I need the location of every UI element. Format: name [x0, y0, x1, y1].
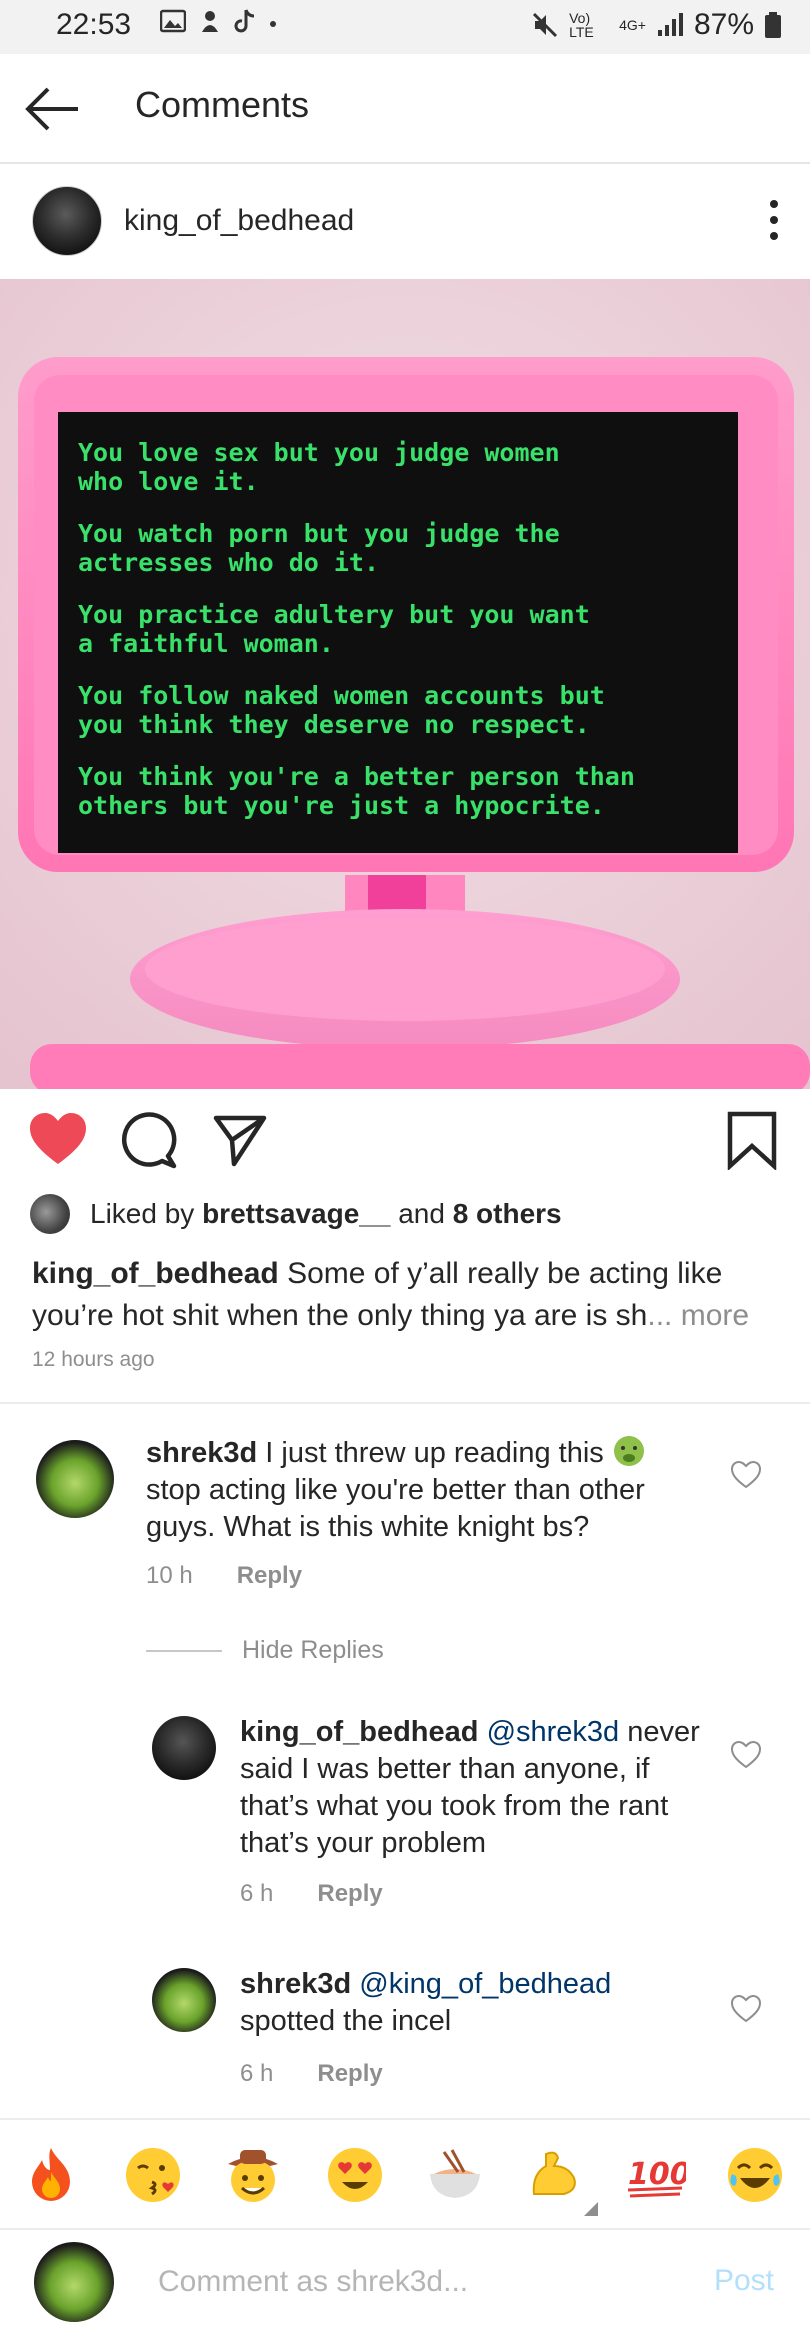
- reply-text: spotted the incel: [240, 2005, 452, 2037]
- reply-body: king_of_bedhead @shrek3d never said I wa…: [240, 1714, 710, 1862]
- likes-others[interactable]: 8 others: [453, 1198, 562, 1230]
- comment-like-heart-icon[interactable]: [730, 1460, 762, 1490]
- emoji-quick-bar: 100: [0, 2118, 810, 2230]
- screen-line-4: actresses who do it.: [78, 548, 379, 577]
- comment-text: I just threw up reading this: [265, 1437, 604, 1469]
- comment-icon[interactable]: [120, 1110, 180, 1170]
- hide-replies-toggle[interactable]: Hide Replies: [146, 1636, 384, 1665]
- reply-avatar-king_of_bedhead[interactable]: [152, 1716, 216, 1780]
- post-timestamp: 12 hours ago: [32, 1348, 155, 1371]
- network-type: 4G+: [619, 17, 646, 33]
- hide-replies-label: Hide Replies: [242, 1636, 384, 1664]
- screen-line-6: a faithful woman.: [78, 629, 334, 658]
- reply-time: 6 h: [240, 2060, 274, 2087]
- monitor-illustration: You love sex but you judge women who lov…: [0, 279, 810, 1089]
- signal-icon: [657, 13, 683, 36]
- reply-mention[interactable]: @shrek3d: [487, 1716, 620, 1748]
- current-user-avatar: [34, 2242, 114, 2322]
- divider: [0, 1402, 810, 1404]
- fire-emoji-icon[interactable]: [20, 2144, 82, 2206]
- liker-avatar: [30, 1194, 70, 1234]
- reply-username[interactable]: shrek3d: [240, 1968, 351, 2000]
- nauseated-face-icon: [613, 1436, 644, 1466]
- post-image[interactable]: You love sex but you judge women who lov…: [0, 279, 810, 1089]
- reply-body: shrek3d @king_of_bedhead spotted the inc…: [240, 1966, 710, 2040]
- reply-meta: 6 h Reply: [240, 2060, 383, 2088]
- screen-line-5: You practice adultery but you want: [78, 600, 590, 629]
- likes-and: and: [398, 1198, 445, 1229]
- reply-button[interactable]: Reply: [317, 2060, 382, 2088]
- battery-icon: [765, 12, 781, 38]
- app-header: Comments: [0, 54, 810, 164]
- reply-button[interactable]: Reply: [317, 1880, 382, 1908]
- reply-like-heart-icon[interactable]: [730, 1994, 762, 2024]
- share-send-icon[interactable]: [210, 1110, 270, 1170]
- post-author-avatar[interactable]: [32, 186, 102, 256]
- system-icons: Vo) LTE 4G+ 87%: [531, 8, 782, 42]
- save-bookmark-icon[interactable]: [722, 1110, 782, 1170]
- gallery-icon: [160, 9, 186, 33]
- screen-line-1: You love sex but you judge women: [78, 438, 560, 467]
- comment-avatar-shrek3d[interactable]: [36, 1440, 114, 1518]
- tiktok-icon: [234, 9, 255, 33]
- reply-mention[interactable]: @king_of_bedhead: [359, 1968, 611, 2000]
- notification-icons: [160, 8, 278, 34]
- page-title: Comments: [135, 84, 310, 125]
- ramen-bowl-emoji-icon[interactable]: [424, 2144, 486, 2206]
- reply-username[interactable]: king_of_bedhead: [240, 1716, 479, 1748]
- comment-body: shrek3d I just threw up reading this sto…: [146, 1434, 706, 1546]
- hundred-points-emoji-icon[interactable]: 100: [624, 2144, 686, 2206]
- flexed-biceps-emoji-icon[interactable]: [524, 2144, 586, 2206]
- hide-replies-line: [146, 1649, 222, 1652]
- reply-meta: 6 h Reply: [240, 1880, 383, 1908]
- more-options-icon[interactable]: [764, 198, 784, 242]
- cowboy-face-emoji-icon[interactable]: [222, 2144, 284, 2206]
- comment-text-2: stop acting like you're better than othe…: [146, 1474, 645, 1543]
- screen-line-8: you think they deserve no respect.: [78, 710, 590, 739]
- reply-button[interactable]: Reply: [237, 1562, 302, 1590]
- likes-summary[interactable]: Liked by brettsavage__ and 8 others: [30, 1194, 562, 1234]
- resize-corner-icon: [584, 2202, 598, 2216]
- reply-avatar-shrek3d[interactable]: [152, 1968, 216, 2032]
- status-time: 22:53: [56, 8, 132, 41]
- screen-line-3: You watch porn but you judge the: [78, 519, 560, 548]
- comment-meta: 10 h Reply: [146, 1562, 302, 1590]
- post-author-username[interactable]: king_of_bedhead: [124, 204, 354, 238]
- reply-like-heart-icon[interactable]: [730, 1740, 762, 1770]
- reply-time: 6 h: [240, 1880, 274, 1907]
- screen-line-9: You think you're a better person than: [78, 762, 635, 791]
- screen-line-10: others but you're just a hypocrite.: [78, 791, 605, 820]
- screen-line-7: You follow naked women accounts but: [78, 681, 605, 710]
- comment-username[interactable]: shrek3d: [146, 1437, 257, 1469]
- like-heart-icon[interactable]: [28, 1110, 88, 1170]
- tears-of-joy-emoji-icon[interactable]: [724, 2144, 786, 2206]
- likes-prefix: Liked by: [90, 1198, 195, 1229]
- comment-input[interactable]: [156, 2256, 680, 2308]
- kissing-face-emoji-icon[interactable]: [122, 2144, 184, 2206]
- post-caption: king_of_bedhead Some of y’all really be …: [32, 1253, 792, 1337]
- volte-label: Vo) LTE: [569, 10, 594, 40]
- post-header: king_of_bedhead: [0, 164, 810, 279]
- app-icon: [202, 11, 218, 32]
- caption-more-link[interactable]: ... more: [647, 1299, 749, 1332]
- back-arrow-icon[interactable]: [22, 84, 82, 134]
- heart-eyes-emoji-icon[interactable]: [324, 2144, 386, 2206]
- battery-percent: 87%: [693, 8, 754, 41]
- comment-composer: Post: [0, 2228, 810, 2339]
- liked-by-user[interactable]: brettsavage__: [202, 1198, 390, 1230]
- screen-line-2: who love it.: [78, 467, 259, 496]
- caption-username[interactable]: king_of_bedhead: [32, 1257, 279, 1290]
- post-comment-button[interactable]: Post: [714, 2264, 774, 2298]
- dot-icon: [270, 21, 276, 27]
- post-actions: [0, 1110, 810, 1170]
- comment-time: 10 h: [146, 1562, 193, 1589]
- status-bar: 22:53 Vo) LTE 4G+ 87%: [0, 0, 810, 54]
- mute-icon: [533, 12, 558, 38]
